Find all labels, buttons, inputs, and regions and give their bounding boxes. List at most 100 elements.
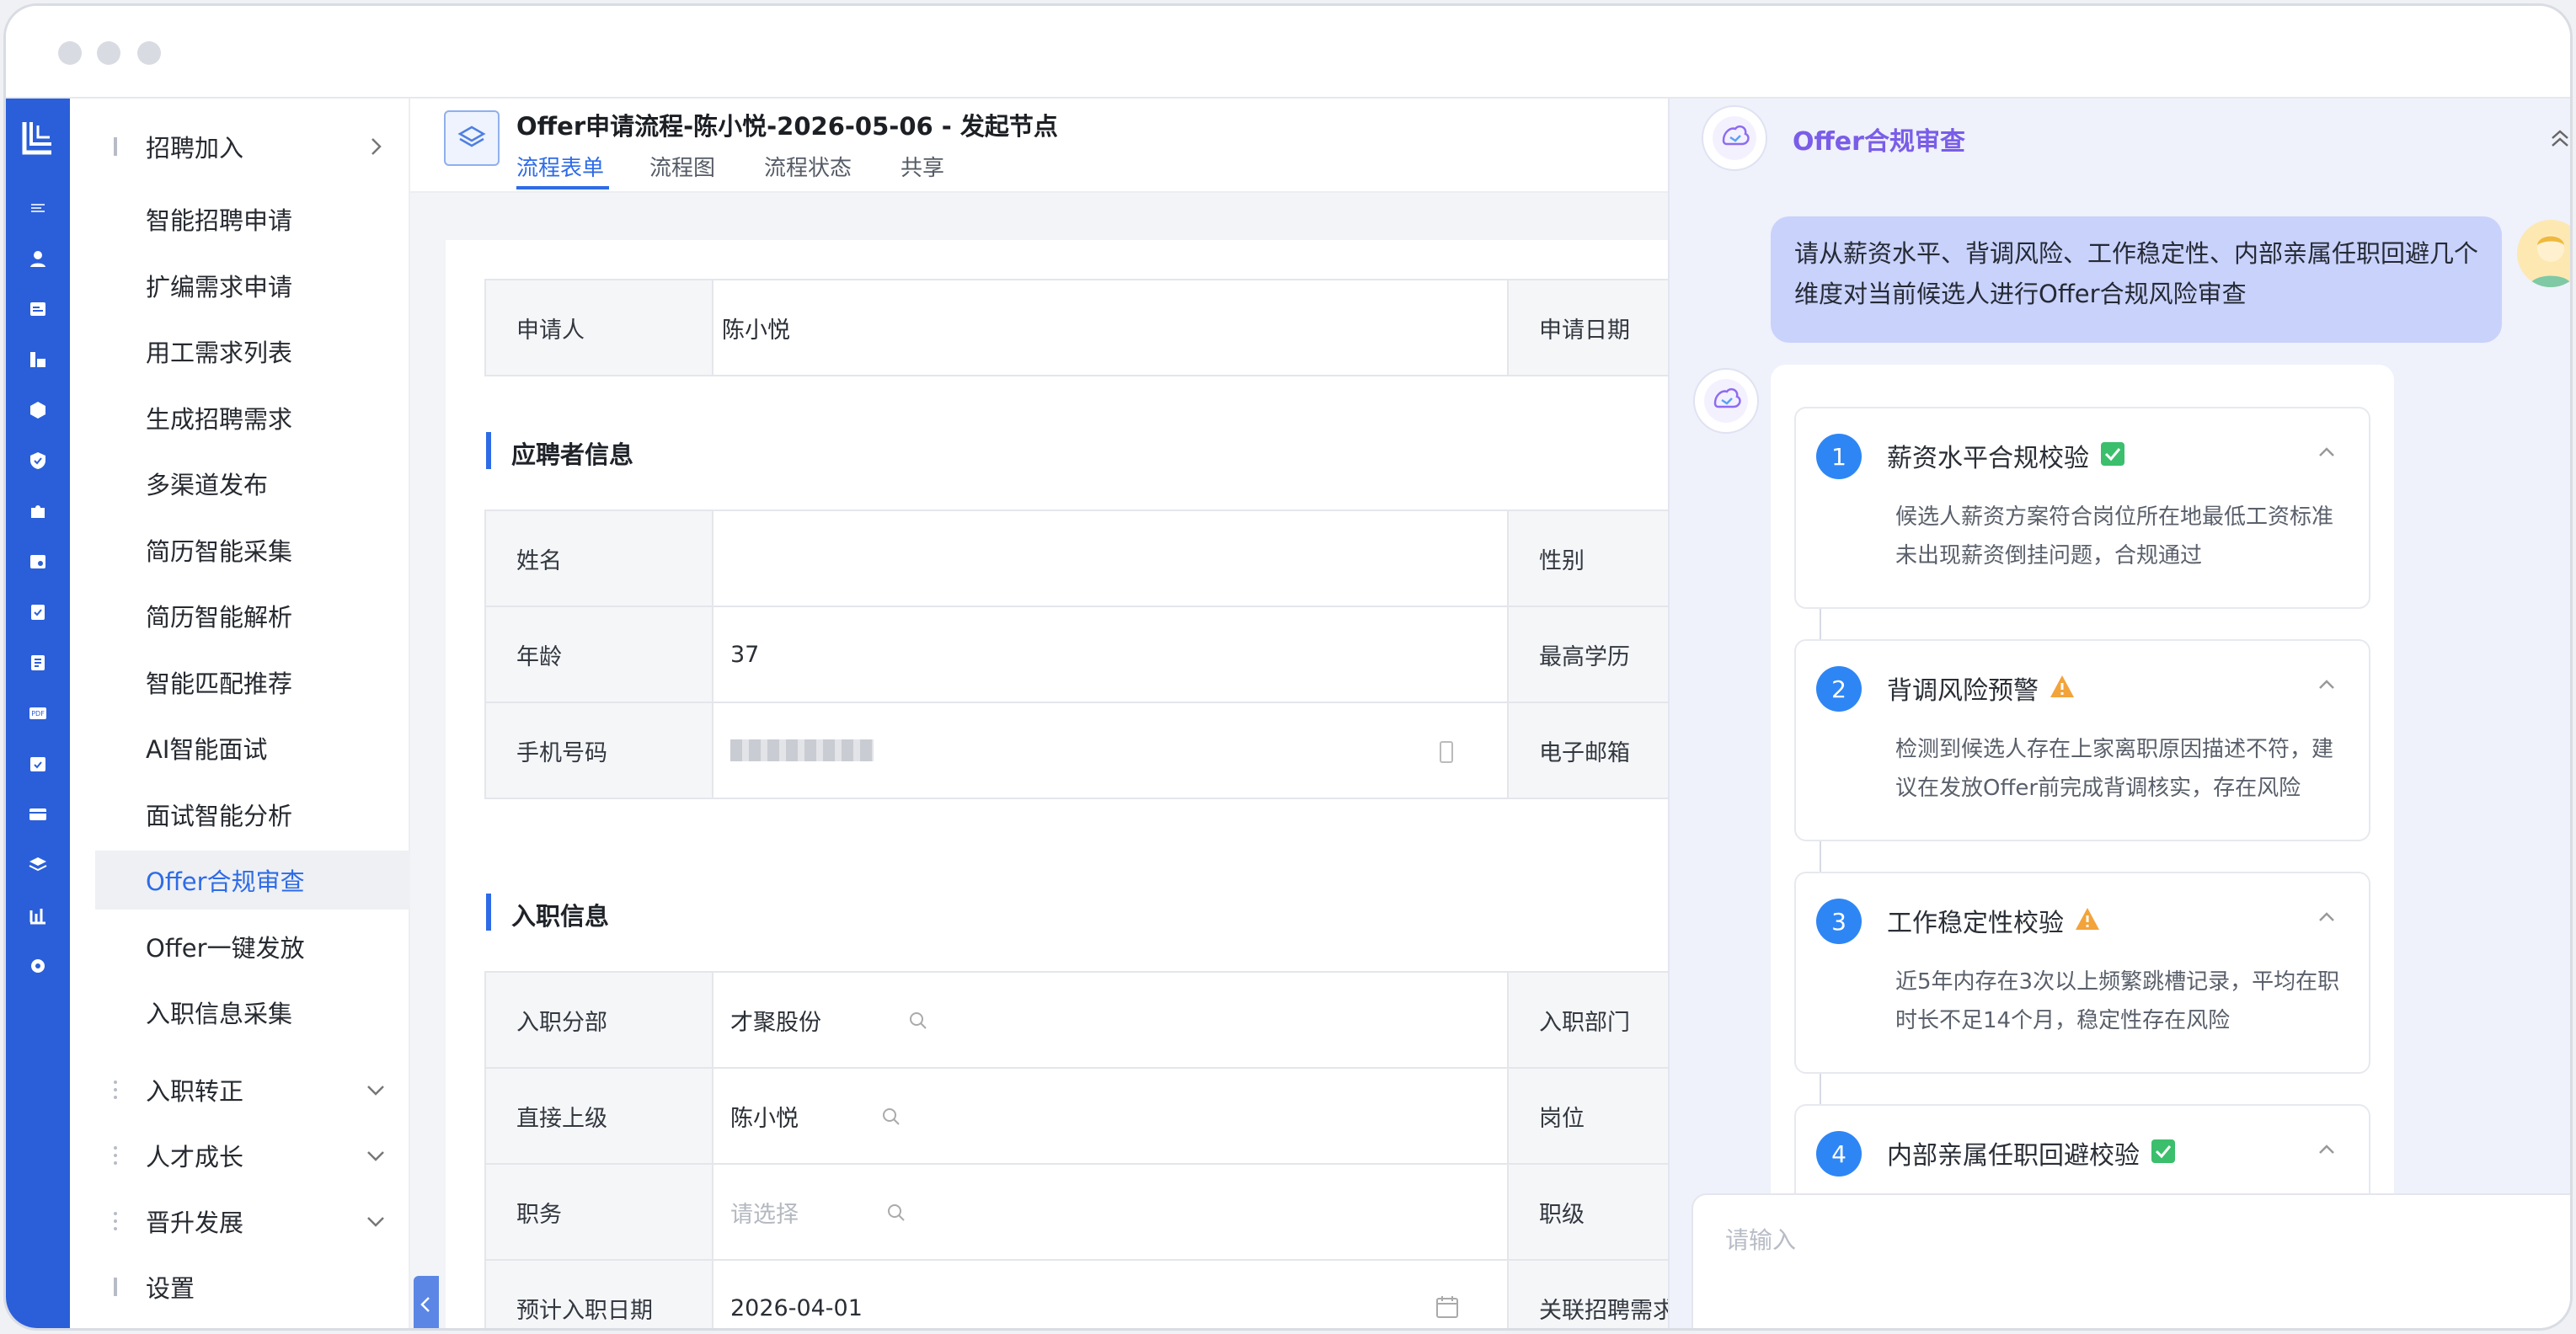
- bar-chart-icon[interactable]: [28, 905, 48, 926]
- form-row: 手机号码 电子邮箱: [484, 702, 1760, 799]
- bot-avatar-icon: [1693, 368, 1759, 434]
- search-icon[interactable]: [907, 1010, 929, 1032]
- review-step-card[interactable]: 3 工作稳定性校验 近5年内存在3次以上频繁跳槽记录，平均在职时长不足14个月，稳定…: [1794, 872, 2370, 1074]
- sidebar-item[interactable]: 扩编需求申请: [95, 256, 410, 315]
- mobile-icon: [1440, 741, 1453, 763]
- shield-icon[interactable]: [28, 451, 48, 471]
- id-card-icon[interactable]: [28, 299, 48, 319]
- window-minimize-button[interactable]: [97, 41, 120, 65]
- form-row: 预计入职日期 2026-04-01 关联招聘需求: [484, 1259, 1760, 1328]
- tab-form[interactable]: 流程表单: [516, 151, 604, 182]
- menu-icon[interactable]: [28, 198, 48, 218]
- collapse-panel-icon[interactable]: [2547, 125, 2573, 151]
- step-title: 工作稳定性校验: [1887, 909, 2064, 938]
- sidebar-item-label: AI智能面试: [146, 735, 268, 764]
- user-message-bubble: 请从薪资水平、背调风险、工作稳定性、内部亲属任职回避几个维度对当前候选人进行Of…: [1771, 216, 2502, 343]
- branch-value[interactable]: 才聚股份: [730, 973, 821, 1067]
- main-content: Offer申请流程-陈小悦-2026-05-06 - 发起节点 流程表单 流程图…: [410, 99, 1760, 1328]
- phone-redacted: [730, 739, 874, 761]
- sidebar-group-onboarding[interactable]: 入职转正: [95, 1060, 410, 1119]
- sidebar-group-label: 招聘加入: [146, 134, 244, 163]
- step-description: 候选人薪资方案符合岗位所在地最低工资标准未出现薪资倒挂问题，合规通过: [1895, 504, 2334, 568]
- calendar-icon[interactable]: [1435, 1294, 1460, 1320]
- sidebar-item-label: 多渠道发布: [146, 471, 269, 499]
- sidebar-item[interactable]: AI智能面试: [95, 718, 410, 777]
- window-maximize-button[interactable]: [137, 41, 161, 65]
- chevron-up-icon[interactable]: [2315, 673, 2338, 696]
- chevron-up-icon[interactable]: [2315, 440, 2338, 464]
- sidebar-item[interactable]: 简历智能解析: [95, 586, 410, 645]
- sidebar-group-promotion[interactable]: 晋升发展: [95, 1192, 410, 1251]
- step-title: 背调风险预警: [1887, 676, 2039, 706]
- sidebar-item[interactable]: 智能匹配推荐: [95, 653, 410, 712]
- form-row: 申请人 陈小悦 申请日期: [484, 279, 1760, 376]
- sidebar-item[interactable]: 面试智能分析: [95, 785, 410, 844]
- step-title: 内部亲属任职回避校验: [1887, 1141, 2140, 1171]
- compliance-panel: Offer合规审查 请从薪资水平、背调风险、工作稳定性、内部亲属任职回避几个维度…: [1668, 99, 2573, 1328]
- group-marker-icon: [114, 1278, 122, 1296]
- document-icon[interactable]: [28, 653, 48, 673]
- name-field[interactable]: [730, 511, 1488, 606]
- card-icon[interactable]: [28, 804, 48, 824]
- age-value[interactable]: 37: [730, 607, 759, 702]
- form-row: 职务 请选择 职级: [484, 1163, 1760, 1261]
- chevron-up-icon[interactable]: [2315, 905, 2338, 929]
- title-bar: [6, 6, 2570, 99]
- review-step-card[interactable]: 1 薪资水平合规校验 候选人薪资方案符合岗位所在地最低工资标准未出现薪资倒挂问题，合…: [1794, 407, 2370, 609]
- pdf-icon[interactable]: PDF: [28, 703, 48, 723]
- panel-title: Offer合规审查: [1793, 127, 1965, 157]
- sidebar-item[interactable]: 智能招聘申请: [95, 189, 410, 248]
- sidebar-item[interactable]: Offer合规审查: [95, 851, 410, 910]
- org-chart-icon[interactable]: [28, 350, 48, 370]
- tab-status[interactable]: 流程状态: [764, 151, 852, 182]
- sidebar-menu: 招聘加入 智能招聘申请 扩编需求申请用工需求列表生成招聘需求多渠道发布简历智能采集…: [70, 99, 410, 1328]
- svg-text:PDF: PDF: [31, 710, 45, 718]
- duty-label: 职务: [486, 1165, 713, 1259]
- user-icon[interactable]: [28, 248, 48, 269]
- gear-icon[interactable]: [28, 956, 48, 976]
- form-row: 直接上级 陈小悦 岗位: [484, 1067, 1760, 1165]
- step-number: 2: [1816, 666, 1862, 712]
- sidebar-group-recruit[interactable]: 招聘加入: [95, 117, 410, 176]
- layers-icon[interactable]: [28, 855, 48, 875]
- user-avatar: [2517, 220, 2570, 287]
- duty-select[interactable]: 请选择: [730, 1165, 799, 1259]
- sidebar-item-label: 面试智能分析: [146, 801, 293, 830]
- sidebar-item[interactable]: 简历智能采集: [95, 520, 410, 579]
- chevron-up-icon[interactable]: [2315, 1138, 2338, 1161]
- chat-input-placeholder: 请输入: [1725, 1226, 1797, 1254]
- phone-field[interactable]: [730, 703, 874, 798]
- chat-input[interactable]: 请输入: [1692, 1193, 2570, 1328]
- sidebar-item-label: 用工需求列表: [146, 339, 293, 367]
- review-step-card[interactable]: 2 背调风险预警 检测到候选人存在上家离职原因描述不符，建议在发放Offer前完成背…: [1794, 639, 2370, 841]
- sidebar-item[interactable]: 入职信息采集: [95, 983, 410, 1042]
- sidebar-item[interactable]: 用工需求列表: [95, 322, 410, 381]
- form-row: 年龄 37 最高学历: [484, 606, 1760, 703]
- search-icon[interactable]: [885, 1202, 907, 1224]
- chevron-down-icon: [367, 1086, 384, 1096]
- sidebar-item-label: 智能匹配推荐: [146, 669, 293, 698]
- workflow-icon: [444, 110, 500, 166]
- box-icon[interactable]: [28, 400, 48, 420]
- sidebar-group-settings[interactable]: 设置: [95, 1257, 410, 1316]
- entry-date-value[interactable]: 2026-04-01: [730, 1261, 863, 1328]
- calendar-search-icon[interactable]: [28, 552, 48, 572]
- sidebar-item-label: 简历智能采集: [146, 536, 293, 566]
- sidebar-collapse-button[interactable]: [414, 1276, 439, 1328]
- sidebar-item[interactable]: Offer一键发放: [95, 917, 410, 976]
- active-tab-indicator: [516, 186, 609, 189]
- sidebar-item[interactable]: 生成招聘需求: [95, 388, 410, 447]
- group-marker-icon: [114, 1081, 122, 1099]
- supervisor-value[interactable]: 陈小悦: [730, 1069, 799, 1163]
- tab-flowchart[interactable]: 流程图: [649, 151, 715, 182]
- calendar-check-icon[interactable]: [28, 754, 48, 774]
- search-icon[interactable]: [880, 1106, 902, 1128]
- step-number: 1: [1816, 434, 1862, 479]
- tab-share[interactable]: 共享: [901, 151, 944, 182]
- window-close-button[interactable]: [58, 41, 82, 65]
- sidebar-item[interactable]: 多渠道发布: [95, 454, 410, 513]
- puzzle-icon[interactable]: [28, 501, 48, 521]
- group-marker-icon: [114, 1212, 122, 1230]
- checklist-icon[interactable]: [28, 602, 48, 622]
- sidebar-group-growth[interactable]: 人才成长: [95, 1126, 410, 1185]
